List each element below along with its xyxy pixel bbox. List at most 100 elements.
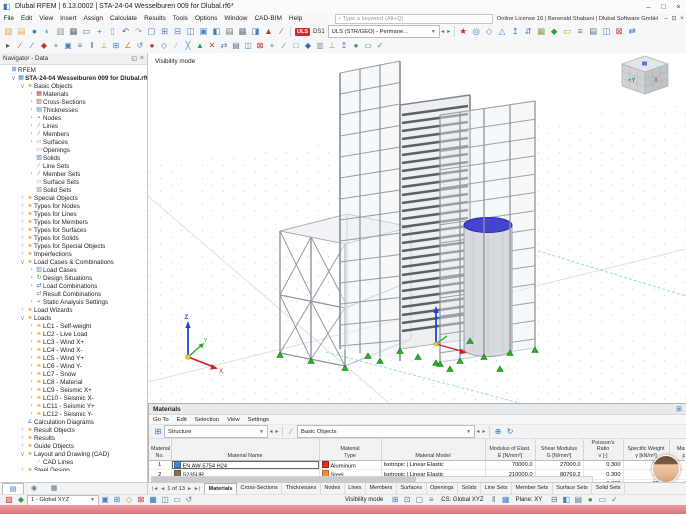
toolbar-icon[interactable]: ◧ bbox=[210, 25, 223, 38]
menu-item[interactable]: Options bbox=[191, 15, 220, 22]
tree-item[interactable]: › ■ LC6 - Wind Y- bbox=[0, 362, 147, 370]
toolbar-icon[interactable]: ▭ bbox=[362, 40, 374, 52]
tree-expander-icon[interactable]: › bbox=[28, 299, 35, 305]
toolbar-icon[interactable]: △ bbox=[496, 25, 509, 38]
tree-item[interactable]: › ■ LC2 - Live Load bbox=[0, 330, 147, 338]
navigator-tab-icon[interactable]: ◉ bbox=[24, 483, 44, 494]
tree-expander-icon[interactable]: › bbox=[28, 411, 35, 417]
tree-expander-icon[interactable]: › bbox=[28, 387, 35, 393]
table-tab[interactable]: Members bbox=[366, 483, 397, 494]
toolbar-icon[interactable]: ∕ bbox=[278, 40, 290, 52]
toolbar-icon[interactable]: ▤ bbox=[587, 25, 600, 38]
tree-expander-icon[interactable]: › bbox=[28, 267, 35, 273]
toolbar-icon[interactable]: ↶ bbox=[119, 25, 132, 38]
toolbar-icon[interactable]: ‖ bbox=[86, 40, 98, 52]
toolbar-icon[interactable]: ⇄ bbox=[218, 40, 230, 52]
toolbar-icon[interactable]: ⊥ bbox=[98, 40, 110, 52]
tree-item[interactable]: › ■ Types for Nodes bbox=[0, 202, 147, 210]
tree-expander-icon[interactable]: › bbox=[28, 171, 35, 177]
menu-item[interactable]: CAD-BIM bbox=[251, 15, 285, 22]
toolbar-icon[interactable]: ⊥ bbox=[326, 40, 338, 52]
tree-expander-icon[interactable]: › bbox=[19, 227, 26, 233]
toolbar-icon[interactable]: ∕ bbox=[170, 40, 182, 52]
tree-item[interactable]: › ■ Types for Members bbox=[0, 218, 147, 226]
search-input[interactable]: › Type a keyword (Alt+Q) bbox=[335, 14, 493, 24]
toolbar-icon[interactable]: ▸ bbox=[2, 40, 14, 52]
tree-item[interactable]: › ■ LC10 - Seismic X- bbox=[0, 394, 147, 402]
tree-expander-icon[interactable]: › bbox=[28, 283, 35, 289]
menu-item[interactable]: Insert bbox=[57, 15, 80, 22]
coordinate-system-combo[interactable]: 1 - Global XYZ▼ bbox=[27, 495, 99, 506]
tree-expander-icon[interactable]: › bbox=[19, 211, 26, 217]
tree-item[interactable]: › ■ Result Objects bbox=[0, 426, 147, 434]
tree-item[interactable]: › ■ LC12 - Seismic Y- bbox=[0, 410, 147, 418]
tree-expander-icon[interactable]: › bbox=[28, 331, 35, 337]
mini-minimize-button[interactable]: – bbox=[662, 16, 670, 22]
tree-expander-icon[interactable]: ∨ bbox=[19, 83, 26, 90]
toolbar-icon[interactable]: ↺ bbox=[134, 40, 146, 52]
toolbar-icon[interactable]: ◆ bbox=[38, 40, 50, 52]
modulus-cell[interactable]: 70000.0 bbox=[485, 460, 535, 470]
toolbar-icon[interactable]: ∕ bbox=[26, 40, 38, 52]
toolbar-icon[interactable]: ◇ bbox=[158, 40, 170, 52]
table-tab[interactable]: Materials bbox=[204, 483, 237, 495]
tree-expander-icon[interactable]: › bbox=[28, 91, 35, 97]
tree-item[interactable]: › ■ Guide Objects bbox=[0, 442, 147, 450]
toolbar-icon[interactable]: ↻ bbox=[504, 426, 516, 438]
next-button[interactable]: ▸ bbox=[274, 428, 280, 435]
tree-item[interactable]: › ▥ Cross-Sections bbox=[0, 98, 147, 106]
menu-item[interactable]: Help bbox=[285, 15, 305, 22]
tree-item[interactable]: › ■ Load Wizards bbox=[0, 306, 147, 314]
tree-item[interactable]: › ■ Results bbox=[0, 434, 147, 442]
toolbar-icon[interactable]: ▦ bbox=[67, 25, 80, 38]
toolbar-icon[interactable]: ↥ bbox=[509, 25, 522, 38]
tree-expander-icon[interactable]: ∨ bbox=[19, 259, 26, 266]
toolbar-icon[interactable]: ⇄ bbox=[626, 25, 639, 38]
basic-objects-combo[interactable]: Basic Objects▼ bbox=[297, 425, 475, 438]
toolbar-icon[interactable]: + bbox=[50, 40, 62, 52]
next-button[interactable]: ▸ bbox=[481, 428, 487, 435]
tree-expander-icon[interactable]: › bbox=[28, 395, 35, 401]
toolbar-icon[interactable]: ▥ bbox=[314, 40, 326, 52]
menu-item[interactable]: Calculate bbox=[106, 15, 140, 22]
toolbar-icon[interactable]: ⊠ bbox=[254, 40, 266, 52]
poisson-cell[interactable]: 0.300 bbox=[583, 460, 623, 470]
assistant-avatar[interactable] bbox=[652, 455, 680, 483]
tree-expander-icon[interactable]: ∨ bbox=[19, 451, 26, 458]
material-model-cell[interactable]: Isotropic | Linear Elastic bbox=[381, 460, 485, 470]
tree-item[interactable]: › ■ LC5 - Wind Y+ bbox=[0, 354, 147, 362]
tree-expander-icon[interactable]: › bbox=[28, 275, 35, 281]
tree-item[interactable]: ▧ Solids bbox=[0, 154, 147, 162]
tree-item[interactable]: › ▦ Materials bbox=[0, 90, 147, 98]
tree-expander-icon[interactable]: › bbox=[19, 467, 26, 471]
toolbar-icon[interactable]: □ bbox=[290, 40, 302, 52]
toolbar-icon[interactable]: ◐ bbox=[41, 25, 54, 38]
table-tab[interactable]: Surfaces bbox=[397, 483, 427, 494]
toolbar-icon[interactable]: ◆ bbox=[302, 40, 314, 52]
table-row[interactable]: 1 EN AW-5754 H24 Aluminum Isotropic | Li… bbox=[149, 460, 685, 470]
tree-expander-icon[interactable]: › bbox=[28, 403, 35, 409]
tree-expander-icon[interactable]: › bbox=[28, 107, 35, 113]
tree-expander-icon[interactable]: › bbox=[28, 355, 35, 361]
tree-item[interactable]: › ■ Special Objects bbox=[0, 194, 147, 202]
toolbar-icon[interactable]: ▢ bbox=[145, 25, 158, 38]
table-tab[interactable]: Thicknesses bbox=[282, 483, 321, 494]
menu-item[interactable]: Results bbox=[141, 15, 170, 22]
tree-expander-icon[interactable]: › bbox=[28, 131, 35, 137]
menu-item[interactable]: Tools bbox=[169, 15, 191, 22]
toolbar-icon[interactable]: ● bbox=[350, 40, 362, 52]
tree-expander-icon[interactable]: › bbox=[28, 99, 35, 105]
toolbar-icon[interactable]: ◨ bbox=[249, 25, 262, 38]
tree-item[interactable]: ▱ Surface Sets bbox=[0, 178, 147, 186]
structure-combo[interactable]: Structure▼ bbox=[164, 425, 268, 438]
toolbar-icon[interactable]: ⇵ bbox=[522, 25, 535, 38]
tree-expander-icon[interactable]: › bbox=[19, 427, 26, 433]
tree-item[interactable]: › ■ LC4 - Wind X- bbox=[0, 346, 147, 354]
mini-restore-button[interactable]: ⊡ bbox=[670, 15, 678, 22]
tree-expander-icon[interactable]: › bbox=[28, 139, 35, 145]
tree-item[interactable]: › ↻ Design Situations bbox=[0, 274, 147, 282]
tree-item[interactable]: › ■ Types for Solids bbox=[0, 234, 147, 242]
toolbar-icon[interactable]: ⊞ bbox=[110, 40, 122, 52]
toolbar-icon[interactable]: ⊟ bbox=[171, 25, 184, 38]
toolbar-icon[interactable]: ▭ bbox=[561, 25, 574, 38]
